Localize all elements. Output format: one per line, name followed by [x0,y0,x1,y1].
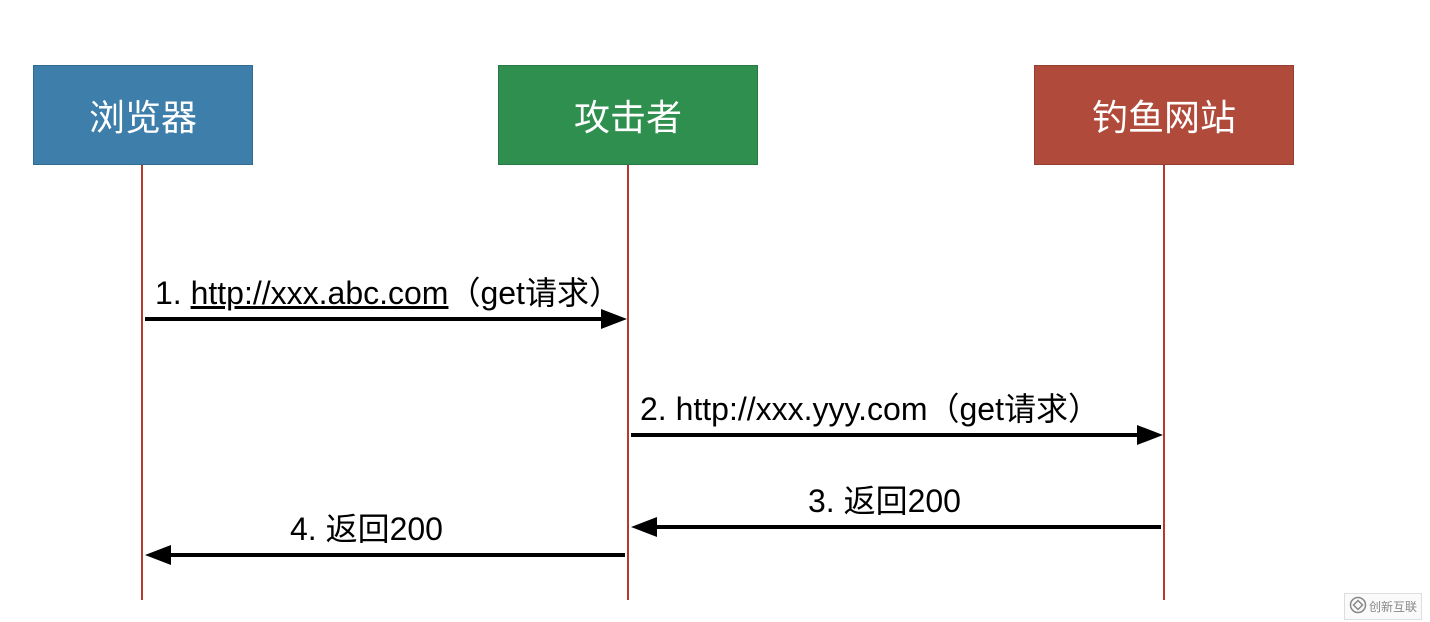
message-1-prefix: 1. [155,275,191,311]
lifeline-attacker [627,165,629,600]
message-4-label: 4. 返回200 [290,504,443,550]
message-3-label: 3. 返回200 [808,476,961,522]
message-3-arrow [655,525,1161,529]
message-1-link: http://xxx.abc.com [191,275,449,311]
message-1-arrow [145,317,605,321]
participant-attacker: 攻击者 [498,65,758,165]
message-4-arrow [169,553,625,557]
message-2-arrowhead [1137,425,1163,445]
message-3-arrowhead [631,517,657,537]
participant-browser-label: 浏览器 [89,89,197,141]
message-1-suffix: （get请求） [448,275,621,311]
watermark: 创新互联 [1344,593,1422,620]
watermark-logo-icon [1349,596,1367,617]
participant-browser: 浏览器 [33,65,253,165]
message-2-label: 2. http://xxx.yyy.com（get请求） [640,384,1100,430]
lifeline-phishing [1163,165,1165,600]
message-4-arrowhead [145,545,171,565]
message-1-arrowhead [601,309,627,329]
participant-phishing-label: 钓鱼网站 [1092,89,1236,141]
message-1-label: 1. http://xxx.abc.com（get请求） [155,268,621,314]
watermark-text: 创新互联 [1369,598,1417,615]
participant-phishing: 钓鱼网站 [1034,65,1294,165]
message-2-arrow [631,433,1141,437]
lifeline-browser [141,165,143,600]
participant-attacker-label: 攻击者 [574,89,682,141]
